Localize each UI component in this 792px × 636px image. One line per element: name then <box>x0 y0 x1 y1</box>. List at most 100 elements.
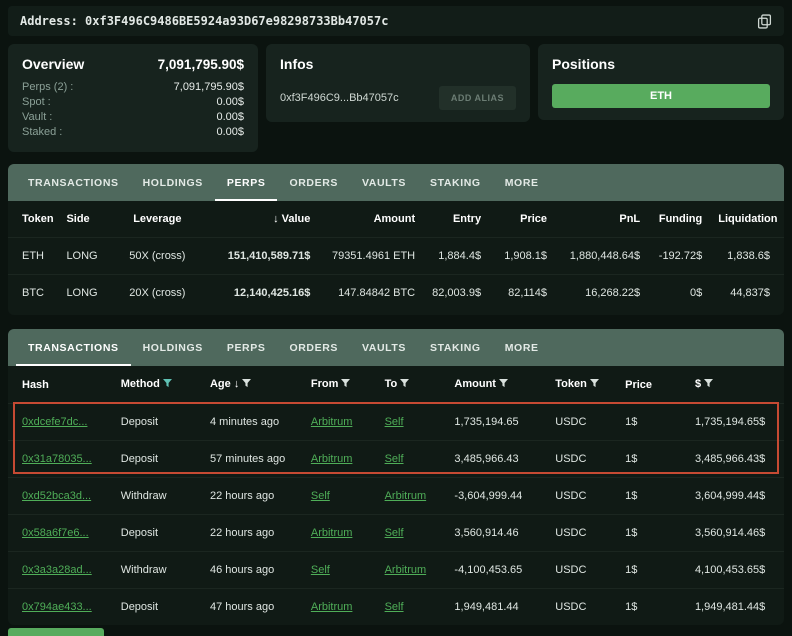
col-method[interactable]: Method <box>113 366 202 404</box>
tab-transactions[interactable]: TRANSACTIONS <box>16 329 131 366</box>
tab-holdings[interactable]: HOLDINGS <box>131 329 215 366</box>
from-link[interactable]: Self <box>311 564 330 576</box>
price-cell: 1$ <box>617 478 687 515</box>
to-link[interactable]: Self <box>385 527 404 539</box>
col-leverage: Leverage <box>113 201 202 238</box>
value-cell: 12,140,425.16$ <box>202 275 318 312</box>
perps-header-row: Token Side Leverage ↓ Value Amount Entry… <box>8 201 784 238</box>
perps-table: Token Side Leverage ↓ Value Amount Entry… <box>8 201 784 311</box>
col-amount[interactable]: Amount <box>446 366 547 404</box>
overview-row-vault: Vault : 0.00$ <box>22 110 244 125</box>
to-link[interactable]: Arbitrum <box>385 490 427 502</box>
col-from[interactable]: From <box>303 366 377 404</box>
filter-icon <box>499 379 508 391</box>
tx-hash-link[interactable]: 0xdcefe7dc... <box>22 416 87 428</box>
from-link[interactable]: Arbitrum <box>311 416 353 428</box>
copy-icon[interactable] <box>757 14 772 29</box>
to-link[interactable]: Self <box>385 601 404 613</box>
tx-hash-link[interactable]: 0x31a78035... <box>22 453 92 465</box>
col-pnl: PnL <box>555 201 648 238</box>
tab-more[interactable]: MORE <box>493 329 551 366</box>
tab-staking[interactable]: STAKING <box>418 329 493 366</box>
summary-cards: Overview 7,091,795.90$ Perps (2) : 7,091… <box>8 44 784 152</box>
col-liquidation: Liquidation <box>710 201 784 238</box>
tx-row: 0x58a6f7e6... Deposit 22 hours ago Arbit… <box>8 515 784 552</box>
amount-cell: 3,560,914.46 <box>446 515 547 552</box>
to-link[interactable]: Self <box>385 453 404 465</box>
token-cell: ETH <box>8 238 58 275</box>
tab-more[interactable]: MORE <box>493 164 551 201</box>
from-link[interactable]: Arbitrum <box>311 453 353 465</box>
overview-label: Spot : <box>22 95 51 110</box>
col-price: Price <box>617 366 687 404</box>
liquidation-cell: 44,837$ <box>710 275 784 312</box>
tab-staking[interactable]: STAKING <box>418 164 493 201</box>
tab-vaults[interactable]: VAULTS <box>350 329 418 366</box>
method-cell: Deposit <box>113 404 202 441</box>
method-cell: Deposit <box>113 515 202 552</box>
entry-cell: 1,884.4$ <box>423 238 489 275</box>
method-cell: Deposit <box>113 589 202 626</box>
wallet-address: Address: 0xf3F496C9486BE5924a93D67e98298… <box>20 14 388 28</box>
price-cell: 1$ <box>617 515 687 552</box>
tab-holdings[interactable]: HOLDINGS <box>131 164 215 201</box>
to-link[interactable]: Arbitrum <box>385 564 427 576</box>
amount-cell: 3,485,966.43 <box>446 441 547 478</box>
tx-row: 0xdcefe7dc... Deposit 4 minutes ago Arbi… <box>8 404 784 441</box>
perps-row: ETH LONG 50X (cross) 151,410,589.71$ 793… <box>8 238 784 275</box>
tx-hash-link[interactable]: 0x3a3a28ad... <box>22 564 92 576</box>
side-cell: LONG <box>58 275 112 312</box>
tab-orders[interactable]: ORDERS <box>277 164 350 201</box>
tx-hash-link[interactable]: 0xd52bca3d... <box>22 490 91 502</box>
col-token[interactable]: Token <box>547 366 617 404</box>
overview-value: 0.00$ <box>216 95 244 110</box>
amount-cell: 1,949,481.44 <box>446 589 547 626</box>
price-cell: 1,908.1$ <box>489 238 555 275</box>
method-cell: Deposit <box>113 441 202 478</box>
position-eth-button[interactable]: ETH <box>552 84 770 108</box>
col-to[interactable]: To <box>377 366 447 404</box>
value-cell: 151,410,589.71$ <box>202 238 318 275</box>
from-link[interactable]: Arbitrum <box>311 601 353 613</box>
age-cell: 22 hours ago <box>202 478 303 515</box>
infos-title: Infos <box>280 56 313 72</box>
tab-transactions[interactable]: TRANSACTIONS <box>16 164 131 201</box>
filter-icon <box>400 379 409 391</box>
filter-icon <box>242 379 251 391</box>
tab-perps[interactable]: PERPS <box>215 164 278 201</box>
token-cell: USDC <box>547 515 617 552</box>
tab-perps[interactable]: PERPS <box>215 329 278 366</box>
pnl-cell: 16,268.22$ <box>555 275 648 312</box>
add-alias-button[interactable]: ADD ALIAS <box>439 86 516 110</box>
overview-card: Overview 7,091,795.90$ Perps (2) : 7,091… <box>8 44 258 152</box>
tab-vaults[interactable]: VAULTS <box>350 164 418 201</box>
price-cell: 82,114$ <box>489 275 555 312</box>
col-value[interactable]: ↓ Value <box>202 201 318 238</box>
amount-cell: 1,735,194.65 <box>446 404 547 441</box>
tx-hash-link[interactable]: 0x794ae433... <box>22 601 92 613</box>
short-address: 0xf3F496C9...Bb47057c <box>280 92 399 104</box>
overview-label: Vault : <box>22 110 52 125</box>
filter-icon <box>163 379 172 391</box>
col-token: Token <box>8 201 58 238</box>
perps-panel: TRANSACTIONS HOLDINGS PERPS ORDERS VAULT… <box>8 164 784 315</box>
token-cell: BTC <box>8 275 58 312</box>
tx-row: 0x794ae433... Deposit 47 hours ago Arbit… <box>8 589 784 626</box>
token-cell: USDC <box>547 589 617 626</box>
tx-row: 0x31a78035... Deposit 57 minutes ago Arb… <box>8 441 784 478</box>
to-link[interactable]: Self <box>385 416 404 428</box>
age-cell: 46 hours ago <box>202 552 303 589</box>
from-link[interactable]: Self <box>311 490 330 502</box>
tab-orders[interactable]: ORDERS <box>277 329 350 366</box>
overview-value: 0.00$ <box>216 110 244 125</box>
overview-label: Staked : <box>22 125 62 140</box>
portfolio-total: 7,091,795.90$ <box>158 57 244 72</box>
tx-hash-link[interactable]: 0x58a6f7e6... <box>22 527 89 539</box>
leverage-cell: 20X (cross) <box>113 275 202 312</box>
col-age[interactable]: Age ↓ <box>202 366 303 404</box>
col-usd[interactable]: $ <box>687 366 784 404</box>
from-link[interactable]: Arbitrum <box>311 527 353 539</box>
positions-title: Positions <box>552 56 615 72</box>
price-cell: 1$ <box>617 404 687 441</box>
bottom-button-fragment[interactable] <box>8 628 104 636</box>
